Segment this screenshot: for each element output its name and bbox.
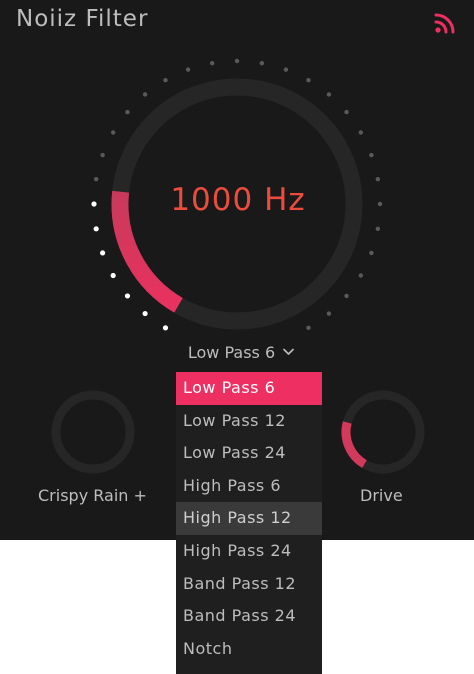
frequency-tick-dot xyxy=(326,311,332,316)
frequency-tick-dot xyxy=(306,77,311,83)
frequency-tick-dot xyxy=(100,250,106,256)
frequency-tick-dot xyxy=(93,176,99,182)
drive-knob[interactable] xyxy=(338,387,428,477)
chevron-down-icon xyxy=(283,348,294,355)
filter-option-low-pass-24[interactable]: Low Pass 24 xyxy=(176,437,322,470)
frequency-tick-dot xyxy=(234,58,240,64)
frequency-tick-dot xyxy=(259,60,265,66)
frequency-tick-dot xyxy=(125,109,130,115)
filter-option-low-pass-12[interactable]: Low Pass 12 xyxy=(176,405,322,438)
frequency-tick-dot xyxy=(124,293,131,299)
frequency-tick-dot xyxy=(344,293,349,299)
filter-option-band-pass-24[interactable]: Band Pass 24 xyxy=(176,600,322,633)
frequency-tick-dot xyxy=(344,109,349,115)
frequency-tick-dot xyxy=(326,92,332,97)
frequency-tick-dot xyxy=(375,176,381,182)
frequency-tick-dot xyxy=(163,77,168,83)
filter-option-band-pass-12[interactable]: Band Pass 12 xyxy=(176,568,322,601)
plugin-window: Noiiz Filter 1000 Hz Low Pass 6 Crispy R… xyxy=(0,0,474,674)
filter-type-selected-label: Low Pass 6 xyxy=(187,342,276,362)
frequency-tick-dot xyxy=(93,226,99,232)
crispy-rain-knob-track xyxy=(51,390,135,474)
filter-type-select[interactable]: Low Pass 6 xyxy=(176,338,306,366)
frequency-tick-dot xyxy=(283,67,289,72)
frequency-tick-dot xyxy=(209,60,215,66)
frequency-tick-dot xyxy=(358,130,364,135)
filter-option-high-pass-12[interactable]: High Pass 12 xyxy=(176,502,322,535)
frequency-value: 1000 Hz xyxy=(170,182,306,218)
frequency-tick-dot xyxy=(142,310,148,317)
drive-label: Drive xyxy=(360,486,403,505)
filter-option-low-pass-6[interactable]: Low Pass 6 xyxy=(176,372,322,405)
crispy-rain-knob[interactable] xyxy=(48,387,138,477)
frequency-tick-dot xyxy=(100,152,105,158)
frequency-tick-dot xyxy=(377,201,383,207)
frequency-tick-dot xyxy=(110,272,116,279)
frequency-tick-dot xyxy=(185,67,191,72)
crispy-rain-label: Crispy Rain + xyxy=(38,486,147,505)
frequency-tick-dot xyxy=(369,250,374,256)
filter-type-dropdown: Low Pass 6 Low Pass 12 Low Pass 24 High Pas… xyxy=(176,372,322,674)
frequency-tick-dot xyxy=(375,226,381,232)
frequency-tick-dot xyxy=(142,92,148,97)
frequency-tick-dot xyxy=(358,273,364,278)
frequency-tick-dot xyxy=(306,325,311,331)
frequency-tick-dot xyxy=(91,201,97,207)
filter-option-high-pass-24[interactable]: High Pass 24 xyxy=(176,535,322,568)
drive-knob-arc xyxy=(341,421,367,468)
filter-option-notch[interactable]: Notch xyxy=(176,633,322,666)
frequency-tick-dot xyxy=(162,325,169,331)
filter-option-high-pass-6[interactable]: High Pass 6 xyxy=(176,470,322,503)
frequency-tick-dot xyxy=(110,130,116,135)
frequency-tick-dot xyxy=(369,152,374,158)
